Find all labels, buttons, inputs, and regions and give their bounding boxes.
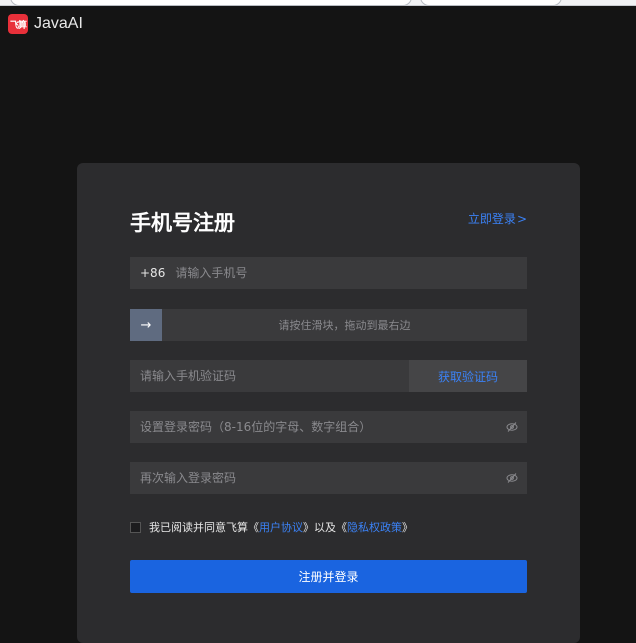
phone-input[interactable] bbox=[165, 257, 527, 289]
agreement-text-suffix: 》 bbox=[402, 521, 413, 534]
country-code-prefix[interactable]: +86 bbox=[130, 266, 165, 280]
verification-code-input[interactable] bbox=[130, 360, 409, 392]
brand-header[interactable]: 飞算 JavaAI bbox=[8, 14, 83, 34]
slider-handle[interactable]: → bbox=[130, 309, 162, 341]
confirm-password-input[interactable] bbox=[130, 462, 497, 494]
phone-field: +86 bbox=[130, 257, 527, 289]
agreement-text-prefix: 我已阅读并同意飞算《 bbox=[149, 521, 259, 534]
browser-address-bar[interactable] bbox=[10, 0, 412, 6]
login-link-label: 立即登录 bbox=[467, 212, 516, 226]
brand-logo-icon: 飞算 bbox=[8, 14, 28, 34]
password-field bbox=[130, 411, 527, 443]
register-login-button[interactable]: 注册并登录 bbox=[130, 560, 527, 593]
password-input[interactable] bbox=[130, 411, 497, 443]
slider-captcha: → 请按住滑块，拖动到最右边 bbox=[130, 309, 527, 341]
page-title: 手机号注册 bbox=[130, 211, 235, 235]
agreement-text-middle: 》以及《 bbox=[303, 521, 347, 534]
agreement-checkbox[interactable] bbox=[130, 521, 141, 533]
confirm-password-field bbox=[130, 462, 527, 494]
eye-off-icon[interactable] bbox=[497, 411, 527, 443]
arrow-right-icon: → bbox=[140, 317, 152, 333]
browser-top-strip bbox=[0, 0, 636, 6]
chevron-right-icon: > bbox=[516, 212, 527, 226]
user-agreement-link[interactable]: 用户协议 bbox=[259, 519, 303, 535]
brand-name: JavaAI bbox=[34, 15, 83, 32]
login-link[interactable]: 立即登录> bbox=[468, 210, 527, 227]
agreement-row: 我已阅读并同意飞算《 用户协议 》以及《 隐私权政策 》 bbox=[130, 519, 413, 535]
register-card: 手机号注册 立即登录> +86 → 请按住滑块，拖动到最右边 获取验证码 bbox=[77, 163, 580, 643]
privacy-policy-link[interactable]: 隐私权政策 bbox=[347, 519, 402, 535]
browser-search-bar[interactable] bbox=[420, 0, 562, 6]
slider-hint: 请按住滑块，拖动到最右边 bbox=[278, 319, 411, 332]
get-code-button[interactable]: 获取验证码 bbox=[409, 360, 527, 392]
eye-off-icon[interactable] bbox=[497, 462, 527, 494]
verification-code-field: 获取验证码 bbox=[130, 360, 527, 392]
